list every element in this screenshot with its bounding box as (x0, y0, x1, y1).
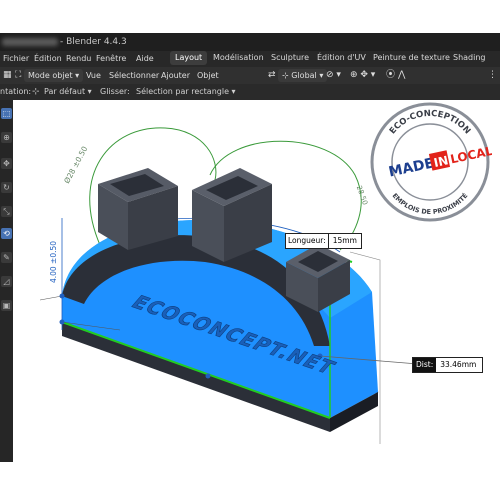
tab-sculpture[interactable]: Sculpture (266, 51, 314, 65)
select-mode-icon[interactable]: ⛶ (15, 67, 21, 84)
falloff-icon[interactable]: ⋀ (398, 67, 405, 84)
cursor-tool-icon[interactable]: ⊕ (1, 132, 12, 143)
blender-window: - Blender 4.4.3 Fichier Édition Rendu Fe… (0, 0, 500, 462)
left-arc-dimension-text: Ø28 ±0.50 (62, 144, 89, 184)
select-box-tool-icon[interactable]: ⬚ (1, 108, 12, 119)
title-bar: - Blender 4.4.3 (0, 33, 500, 51)
tool-shelf: ⬚ ⊕ ✥ ↻ ⤡ ⟲ ✎ ◿ ▣ (0, 100, 13, 462)
tab-edition-uv[interactable]: Édition d'UV (312, 51, 371, 65)
length-value: 15mm (332, 236, 357, 245)
measure-tool-icon[interactable]: ◿ (1, 276, 12, 287)
top-menu-bar: Fichier Édition Rendu Fenêtre Aide Layou… (0, 51, 500, 67)
mode-label: Mode objet (28, 71, 73, 80)
annotate-tool-icon[interactable]: ✎ (1, 252, 12, 263)
page-bottom-margin (0, 462, 500, 500)
tab-modelisation[interactable]: Modélisation (208, 51, 269, 65)
menu-selectionner[interactable]: Sélectionner (109, 67, 159, 84)
dist-measure-box[interactable]: Dist: 33.46mm (412, 357, 484, 373)
menu-fichier[interactable]: Fichier (3, 51, 29, 67)
orientation-setting-value[interactable]: Par défaut ▾ (44, 84, 92, 100)
viewport-header: ▦ ⛶ Mode objet ▾ Vue Sélectionner Ajoute… (0, 67, 500, 84)
dist-label: Dist: (413, 358, 437, 372)
height-dimension-text: 4.00 ±0.50 (49, 241, 58, 283)
menu-vue[interactable]: Vue (86, 67, 101, 84)
menu-edition[interactable]: Édition (34, 51, 62, 67)
drag-setting-label: Glisser: (100, 87, 130, 96)
orientation-label: Global (291, 71, 317, 80)
drag-setting-value-text: Sélection par rectangle (136, 87, 229, 96)
dimension-point-a[interactable] (59, 293, 65, 299)
made-in-local-badge: ECO-CONCEPTION EMPLOIS DE PROXIMITÉ MADE… (370, 102, 492, 222)
blurred-filename (2, 38, 58, 46)
editor-type-icon[interactable]: ▦ (3, 67, 12, 84)
badge-in-text: IN (432, 153, 449, 170)
app-title: - Blender 4.4.3 (60, 37, 127, 47)
tab-peinture-texture[interactable]: Peinture de texture (368, 51, 455, 65)
snap-icon[interactable]: ⊕ ✥ ▾ (350, 67, 375, 84)
3d-viewport[interactable]: 4.00 ±0.50 Ø28 ±0.50 28.50 ECOCONCEPT.NE… (13, 100, 500, 462)
menu-fenetre[interactable]: Fenêtre (96, 51, 126, 67)
proportional-edit-icon[interactable]: ⦿ (386, 67, 395, 84)
tab-shading[interactable]: Shading (448, 51, 491, 65)
dimension-point-c[interactable] (205, 373, 211, 379)
orientation-setting-label: ntation: (0, 87, 32, 96)
menu-ajouter[interactable]: Ajouter (161, 67, 190, 84)
drag-setting-value[interactable]: Sélection par rectangle ▾ (136, 84, 236, 100)
tool-settings-bar: ntation: ⊹ Par défaut ▾ Glisser: Sélecti… (0, 84, 500, 100)
add-cube-tool-icon[interactable]: ▣ (1, 300, 12, 311)
mode-dropdown[interactable]: Mode objet ▾ (24, 69, 84, 82)
dist-value: 33.46mm (440, 360, 477, 369)
transform-orientation-icon[interactable]: ⇄ (268, 67, 276, 84)
rotate-tool-icon[interactable]: ↻ (1, 182, 12, 193)
menu-aide[interactable]: Aide (136, 51, 154, 67)
viewport-options-icon[interactable]: ⋮ (488, 67, 497, 84)
tab-layout[interactable]: Layout (170, 51, 208, 65)
length-label: Longueur: (286, 234, 329, 248)
orientation-setting-icon: ⊹ (32, 87, 40, 97)
dimension-point-b[interactable] (59, 319, 65, 325)
scale-tool-icon[interactable]: ⤡ (1, 206, 12, 217)
pivot-icon[interactable]: ⊘ ▾ (326, 67, 341, 84)
length-measure-box[interactable]: Longueur: 15mm (285, 233, 362, 249)
menu-rendu[interactable]: Rendu (66, 51, 91, 67)
menu-objet[interactable]: Objet (197, 67, 219, 84)
orientation-dropdown[interactable]: ⊹ Global ▾ (278, 69, 328, 82)
orientation-setting-value-text: Par défaut (44, 87, 86, 96)
right-arc-dimension-text: 28.50 (355, 185, 369, 207)
transform-tool-icon[interactable]: ⟲ (1, 228, 12, 239)
move-tool-icon[interactable]: ✥ (1, 158, 12, 169)
